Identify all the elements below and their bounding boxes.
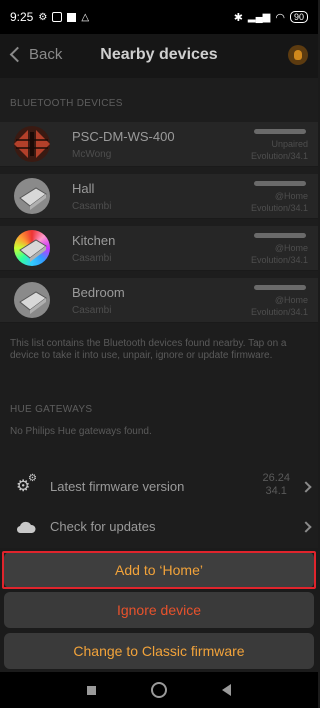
- device-status: @Home: [274, 295, 308, 305]
- device-status: Unpaired: [271, 139, 308, 149]
- chevron-right-icon: [300, 521, 312, 533]
- signal-strength-bar: [254, 285, 306, 290]
- firmware-version-primary: 26.24: [262, 472, 290, 484]
- device-firmware: Evolution/34.1: [250, 151, 308, 161]
- device-thumbnail: [14, 230, 50, 266]
- system-navigation-bar: [0, 672, 318, 708]
- device-row[interactable]: Bedroom Casambi @Home Evolution/34.1: [0, 278, 318, 323]
- status-time: 9:25: [10, 10, 34, 24]
- battery-icon: 90: [289, 11, 308, 23]
- firmware-version-secondary: 34.1: [265, 485, 287, 497]
- hue-empty-message: No Philips Hue gateways found.: [10, 426, 152, 437]
- user-icon[interactable]: [288, 45, 308, 65]
- square-notification-icon: [67, 12, 77, 22]
- device-thumbnail: [14, 126, 50, 162]
- device-vendor: Casambi: [72, 305, 112, 316]
- device-name: Kitchen: [72, 233, 116, 248]
- device-name: Hall: [72, 181, 95, 196]
- signal-strength-bar: [254, 129, 306, 134]
- device-row[interactable]: Kitchen Casambi @Home Evolution/34.1: [0, 226, 318, 271]
- recent-apps-button[interactable]: [87, 685, 97, 695]
- device-name: Bedroom: [72, 285, 125, 300]
- notification-icon: ⚙: [38, 11, 48, 23]
- selection-highlight: [2, 551, 316, 589]
- chevron-right-icon: [300, 481, 312, 493]
- latest-firmware-row[interactable]: ⚙ ⚙ Latest firmware version 26.24 34.1: [0, 467, 318, 507]
- hue-section-header: HUE GATEWAYS: [10, 404, 93, 415]
- device-vendor: Casambi: [72, 253, 112, 264]
- bluetooth-section-header: BLUETOOTH DEVICES: [10, 98, 123, 109]
- ignore-device-button[interactable]: Ignore device: [4, 592, 314, 628]
- check-updates-row[interactable]: Check for updates: [0, 507, 318, 547]
- cloud-icon: [16, 520, 36, 539]
- small-gear-icon: ⚙: [28, 473, 37, 484]
- device-vendor: Casambi: [72, 201, 112, 212]
- status-bar: 9:25 ⚙ △ ✱ ▂▄▆ ◠ 90: [0, 0, 318, 34]
- app-notification-icon: [52, 12, 63, 22]
- device-row[interactable]: PSC-DM-WS-400 McWong Unpaired Evolution/…: [0, 122, 318, 167]
- device-vendor: McWong: [72, 149, 112, 160]
- triangle-notification-icon: △: [81, 11, 90, 23]
- home-button[interactable]: [150, 682, 167, 698]
- latest-firmware-value: 26.24 34.1: [262, 472, 290, 498]
- device-thumbnail: [14, 178, 50, 214]
- signal-strength-bar: [254, 181, 306, 186]
- signal-strength-bar: [254, 233, 306, 238]
- navigation-bar: Back Nearby devices: [0, 34, 318, 78]
- device-row[interactable]: Hall Casambi @Home Evolution/34.1: [0, 174, 318, 219]
- bluetooth-icon: ✱: [233, 11, 243, 24]
- bluetooth-info-text: This list contains the Bluetooth devices…: [10, 338, 287, 361]
- check-updates-label: Check for updates: [50, 519, 156, 534]
- back-nav-button[interactable]: [221, 684, 231, 696]
- page-title: Nearby devices: [100, 46, 218, 63]
- change-firmware-button[interactable]: Change to Classic firmware: [4, 633, 314, 669]
- device-firmware: Evolution/34.1: [250, 307, 308, 317]
- device-name: PSC-DM-WS-400: [72, 129, 175, 144]
- device-status: @Home: [274, 191, 308, 201]
- wifi-icon: ◠: [275, 11, 285, 24]
- device-firmware: Evolution/34.1: [250, 203, 308, 213]
- device-thumbnail: [14, 282, 50, 318]
- latest-firmware-label: Latest firmware version: [50, 479, 185, 494]
- signal-icon: ▂▄▆: [247, 11, 271, 23]
- device-firmware: Evolution/34.1: [250, 255, 308, 265]
- device-status: @Home: [274, 243, 308, 253]
